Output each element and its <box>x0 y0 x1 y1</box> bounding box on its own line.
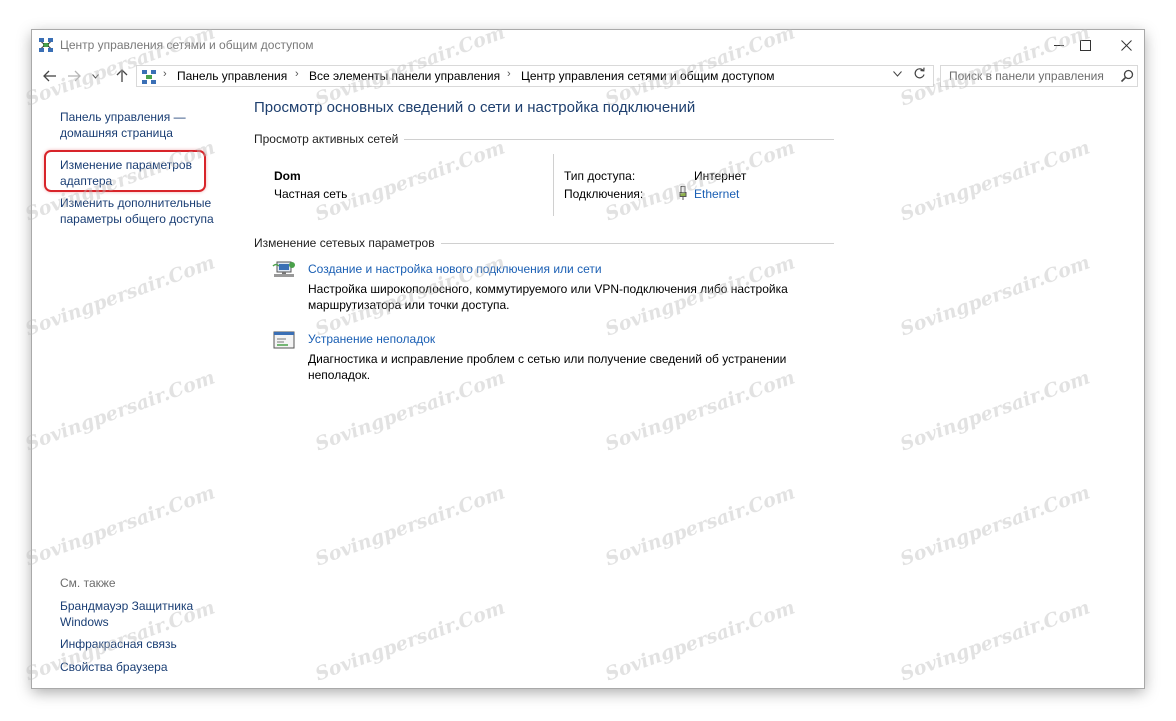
forward-button[interactable] <box>64 66 84 86</box>
ethernet-icon <box>679 186 687 200</box>
see-also-firewall-link[interactable]: Брандмауэр Защитника Windows <box>60 598 200 630</box>
connections-label: Подключения: <box>564 187 644 201</box>
setup-new-connection-description: Настройка широкополосного, коммутируемог… <box>308 282 788 312</box>
breadcrumb-network-center[interactable]: Центр управления сетями и общим доступом <box>521 69 775 83</box>
search-box[interactable] <box>940 65 1138 87</box>
page-title: Просмотр основных сведений о сети и наст… <box>254 99 696 116</box>
search-input[interactable] <box>941 66 1116 86</box>
arrow-left-icon <box>43 70 56 82</box>
access-type-label: Тип доступа: <box>564 169 636 183</box>
troubleshoot-link[interactable]: Устранение неполадок <box>308 332 435 346</box>
navigation-bar: › Панель управления › Все элементы панел… <box>32 62 1144 90</box>
search-icon[interactable] <box>1119 68 1135 84</box>
refresh-button[interactable] <box>913 67 926 83</box>
network-divider <box>553 154 554 216</box>
address-dropdown-button[interactable] <box>893 69 902 79</box>
breadcrumb-separator-icon[interactable]: › <box>507 68 511 80</box>
address-bar[interactable]: › Панель управления › Все элементы панел… <box>136 65 934 87</box>
see-also-browser-properties-link[interactable]: Свойства браузера <box>60 659 240 675</box>
control-panel-home-link[interactable]: Панель управления — домашняя страница <box>60 109 240 141</box>
breadcrumb-all-items[interactable]: Все элементы панели управления <box>309 69 500 83</box>
see-also-infrared-link[interactable]: Инфракрасная связь <box>60 636 240 652</box>
close-button[interactable] <box>1108 30 1144 60</box>
ethernet-link[interactable]: Ethernet <box>694 187 739 201</box>
window-title: Центр управления сетями и общим доступом <box>60 38 314 52</box>
maximize-icon <box>1079 39 1091 51</box>
active-networks-heading: Просмотр активных сетей <box>254 132 405 146</box>
network-type: Частная сеть <box>274 187 348 201</box>
network-center-icon <box>142 70 156 84</box>
breadcrumb-separator-icon[interactable]: › <box>295 68 299 80</box>
maximize-button[interactable] <box>1062 30 1108 60</box>
up-button[interactable] <box>112 66 132 86</box>
see-also-heading: См. также <box>60 576 116 590</box>
breadcrumb-separator-icon[interactable]: › <box>163 68 167 80</box>
highlight-frame <box>44 150 206 192</box>
arrow-right-icon <box>68 70 81 82</box>
arrow-up-icon <box>116 69 128 82</box>
chevron-down-icon <box>893 71 902 77</box>
refresh-icon <box>914 67 925 79</box>
change-settings-heading: Изменение сетевых параметров <box>254 236 441 250</box>
recent-locations-button[interactable] <box>88 66 102 86</box>
network-name: Dom <box>274 169 301 183</box>
troubleshoot-icon <box>273 331 295 349</box>
control-panel-window: Центр управления сетями и общим доступом <box>32 30 1144 688</box>
setup-new-connection-link[interactable]: Создание и настройка нового подключения … <box>308 262 602 276</box>
troubleshoot-description: Диагностика и исправление проблем с сеть… <box>308 352 787 382</box>
breadcrumb-control-panel[interactable]: Панель управления <box>177 69 287 83</box>
advanced-sharing-settings-link[interactable]: Изменить дополнительные параметры общего… <box>60 195 240 227</box>
close-icon <box>1120 39 1132 51</box>
network-center-icon <box>39 38 53 52</box>
title-bar: Центр управления сетями и общим доступом <box>32 30 1144 60</box>
access-type-value: Интернет <box>694 169 747 183</box>
back-button[interactable] <box>40 66 60 86</box>
chevron-down-icon <box>91 73 99 79</box>
network-setup-icon <box>272 261 295 277</box>
